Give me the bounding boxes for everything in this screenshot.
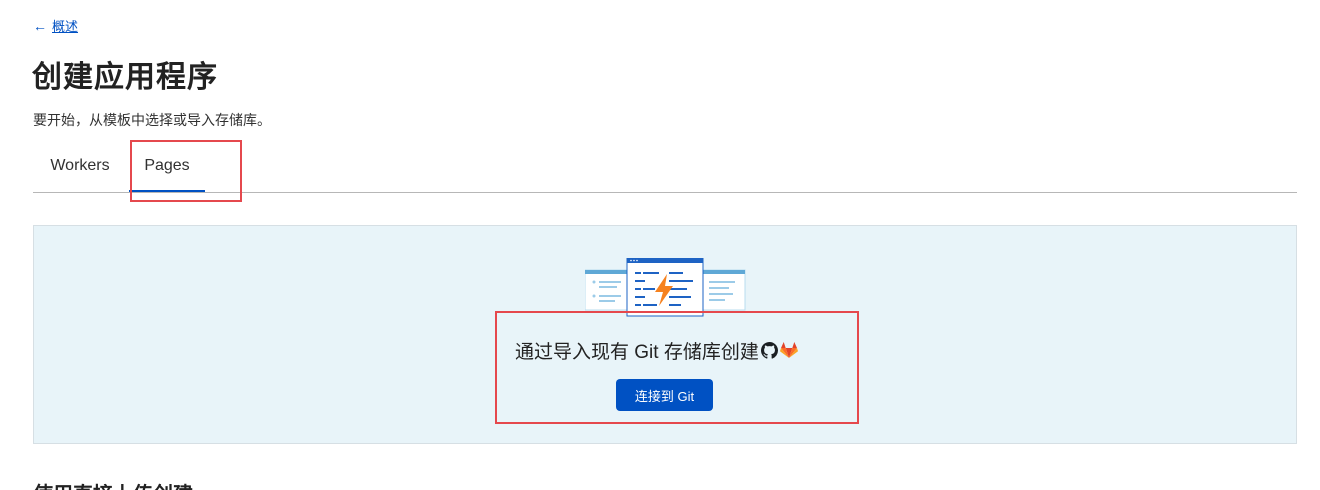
git-import-heading-text: 通过导入现有 Git 存储库创建 [515, 342, 759, 363]
git-import-heading: 通过导入现有 Git 存储库创建 [515, 337, 798, 364]
back-link-label[interactable]: 概述 [52, 16, 78, 35]
tab-workers-label: Workers [50, 156, 110, 174]
tab-workers[interactable]: Workers [33, 140, 127, 191]
direct-upload-heading: 使用直接上传创建 [33, 478, 193, 490]
pages-illustration-icon [585, 258, 746, 317]
page: ← 概述 创建应用程序 要开始，从模板中选择或导入存储库。 Workers Pa… [0, 0, 1320, 490]
connect-git-button[interactable]: 连接到 Git [616, 379, 713, 411]
page-subtitle: 要开始，从模板中选择或导入存储库。 [33, 112, 271, 128]
arrow-left-icon: ← [33, 17, 47, 34]
annotation-highlight-tab [130, 140, 242, 202]
page-title: 创建应用程序 [32, 61, 218, 94]
back-link[interactable]: ← 概述 [33, 16, 78, 35]
github-icon [760, 342, 778, 359]
gitlab-icon [779, 342, 798, 358]
